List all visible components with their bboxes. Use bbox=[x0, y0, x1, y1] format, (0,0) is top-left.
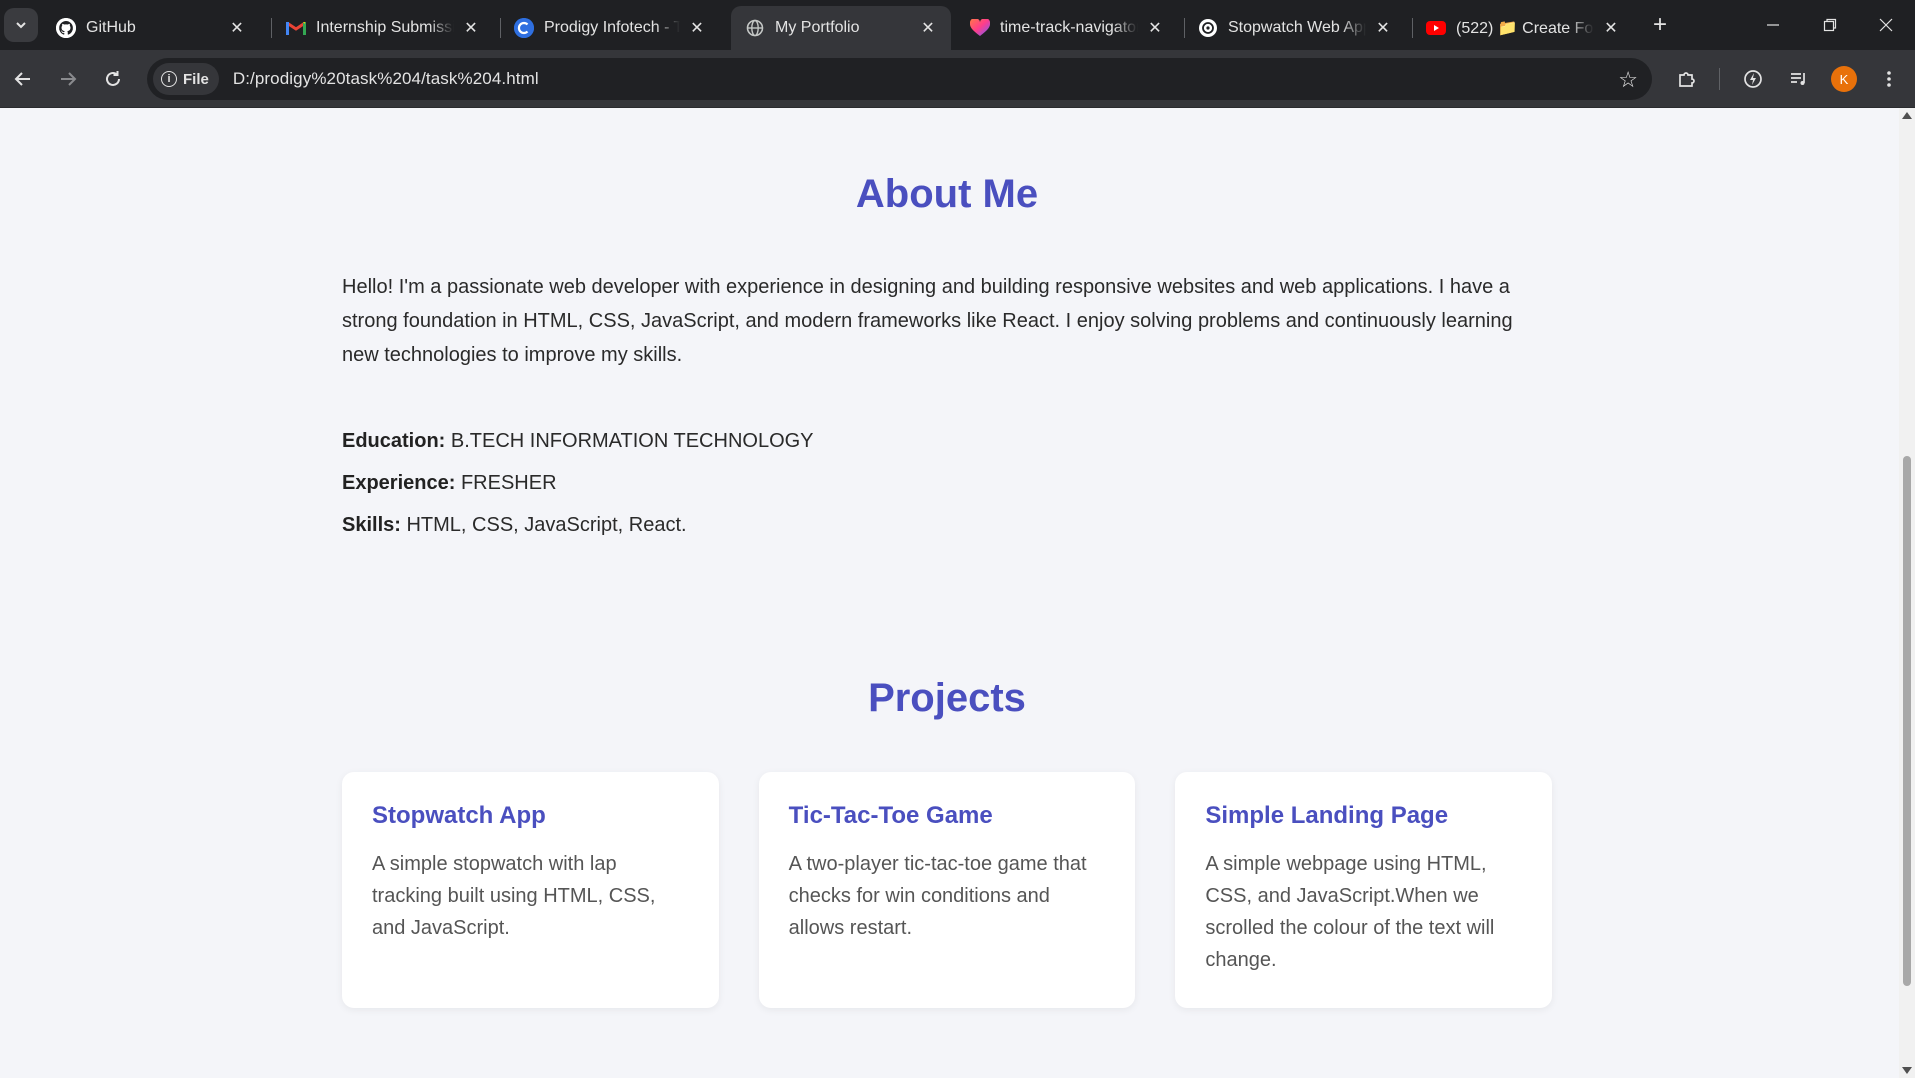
education-label: Education: bbox=[342, 430, 446, 452]
project-title: Tic-Tac-Toe Game bbox=[788, 802, 993, 829]
forward-button[interactable] bbox=[51, 62, 85, 96]
site-info-chip[interactable]: i File bbox=[153, 63, 219, 95]
page-viewport: About Me Hello! I'm a passionate web dev… bbox=[0, 108, 1899, 1078]
project-card[interactable]: Stopwatch App A simple stopwatch with la… bbox=[342, 772, 719, 1008]
more-vert-icon bbox=[1887, 71, 1891, 87]
scrollbar-thumb[interactable] bbox=[1903, 456, 1911, 986]
project-title: Simple Landing Page bbox=[1205, 802, 1449, 829]
project-description: A two-player tic-tac-toe game that check… bbox=[788, 853, 1087, 939]
scroll-up-arrow-icon[interactable] bbox=[1902, 112, 1912, 119]
arrow-left-icon bbox=[14, 72, 30, 86]
project-title: Stopwatch App bbox=[372, 802, 546, 829]
tab-strip: GitHub ✕ Internship Submission ✕ Prodigy… bbox=[0, 0, 1915, 50]
scroll-down-arrow-icon[interactable] bbox=[1902, 1067, 1912, 1074]
music-queue-icon bbox=[1791, 73, 1805, 85]
page-scrollbar[interactable] bbox=[1899, 108, 1915, 1078]
project-cards: Stopwatch App A simple stopwatch with la… bbox=[342, 772, 1553, 1008]
youtube-icon bbox=[1426, 21, 1446, 35]
profile-avatar[interactable]: K bbox=[1831, 66, 1857, 92]
project-card[interactable]: Simple Landing Page A simple webpage usi… bbox=[1175, 772, 1553, 1008]
chatgpt-icon bbox=[1198, 18, 1218, 38]
education-value: B.TECH INFORMATION TECHNOLOGY bbox=[450, 430, 814, 452]
close-icon[interactable]: ✕ bbox=[688, 19, 706, 37]
github-icon bbox=[56, 18, 76, 38]
close-window-button[interactable] bbox=[1871, 10, 1901, 40]
close-icon[interactable]: ✕ bbox=[228, 19, 246, 37]
browser-toolbar: i File D:/prodigy%20task%204/task%204.ht… bbox=[0, 50, 1915, 108]
skills-line: Skills: HTML, CSS, JavaScript, React. bbox=[342, 504, 1552, 546]
speedometer-icon bbox=[1744, 70, 1762, 88]
arrow-right-icon bbox=[61, 72, 77, 86]
bookmark-star-icon[interactable]: ☆ bbox=[1618, 67, 1638, 93]
skills-value: HTML, CSS, JavaScript, React. bbox=[406, 514, 687, 536]
tab-stopwatch-web-app[interactable]: Stopwatch Web App ✕ bbox=[1184, 6, 1406, 50]
site-chip-label: File bbox=[183, 70, 209, 88]
address-bar[interactable]: i File D:/prodigy%20task%204/task%204.ht… bbox=[147, 58, 1652, 100]
url-text[interactable]: D:/prodigy%20task%204/task%204.html bbox=[233, 69, 539, 89]
tab-title: GitHub bbox=[86, 19, 136, 36]
close-icon[interactable]: ✕ bbox=[1374, 19, 1392, 37]
minimize-button[interactable] bbox=[1758, 10, 1788, 40]
tab-gmail[interactable]: Internship Submission ✕ bbox=[272, 6, 494, 50]
tab-github[interactable]: GitHub ✕ bbox=[42, 6, 260, 50]
media-control-button[interactable] bbox=[1782, 62, 1816, 96]
back-button[interactable] bbox=[6, 62, 40, 96]
project-card[interactable]: Tic-Tac-Toe Game A two-player tic-tac-to… bbox=[758, 772, 1136, 1008]
experience-label: Experience: bbox=[342, 472, 456, 494]
minimize-icon bbox=[1767, 24, 1779, 26]
tab-title: (522) 📁 Create Folder bbox=[1456, 20, 1594, 37]
tab-title: time-track-navigator bbox=[1000, 19, 1138, 36]
close-icon[interactable]: ✕ bbox=[1146, 19, 1164, 37]
lovable-heart-icon bbox=[970, 18, 990, 38]
tab-title: Prodigy Infotech - Task bbox=[544, 19, 680, 36]
skills-label: Skills: bbox=[342, 514, 401, 536]
restore-button[interactable] bbox=[1815, 10, 1845, 40]
about-heading: About Me bbox=[855, 172, 1039, 216]
profile-facts: Education: B.TECH INFORMATION TECHNOLOGY… bbox=[342, 420, 1552, 546]
menu-button[interactable] bbox=[1872, 62, 1906, 96]
tab-title: Stopwatch Web App bbox=[1228, 19, 1366, 36]
tab-title: Internship Submission bbox=[316, 19, 454, 36]
tab-my-portfolio[interactable]: My Portfolio ✕ bbox=[731, 6, 951, 50]
project-description: A simple webpage using HTML, CSS, and Ja… bbox=[1205, 853, 1495, 971]
chevron-down-icon bbox=[16, 22, 26, 29]
new-tab-button[interactable]: + bbox=[1647, 11, 1673, 38]
close-icon bbox=[1879, 18, 1893, 32]
gmail-icon bbox=[286, 18, 306, 38]
reload-button[interactable] bbox=[96, 62, 130, 96]
about-paragraph: Hello! I'm a passionate web developer wi… bbox=[342, 276, 1513, 366]
tab-youtube[interactable]: (522) 📁 Create Folder ✕ bbox=[1412, 6, 1634, 50]
projects-heading: Projects bbox=[868, 676, 1026, 720]
tab-title: My Portfolio bbox=[775, 19, 860, 36]
info-icon: i bbox=[161, 71, 177, 87]
reload-icon bbox=[106, 71, 120, 86]
performance-button[interactable] bbox=[1736, 62, 1770, 96]
experience-value: FRESHER bbox=[460, 472, 557, 494]
close-icon[interactable]: ✕ bbox=[919, 19, 937, 37]
puzzle-icon bbox=[1679, 72, 1695, 87]
experience-line: Experience: FRESHER bbox=[342, 462, 1552, 504]
prodigy-icon bbox=[514, 18, 534, 38]
extensions-button[interactable] bbox=[1670, 62, 1704, 96]
restore-icon bbox=[1823, 18, 1837, 32]
globe-icon bbox=[745, 18, 765, 38]
project-description: A simple stopwatch with lap tracking bui… bbox=[372, 853, 656, 939]
close-icon[interactable]: ✕ bbox=[462, 19, 480, 37]
tab-search-button[interactable] bbox=[4, 8, 38, 42]
close-icon[interactable]: ✕ bbox=[1602, 19, 1620, 37]
tab-prodigy[interactable]: Prodigy Infotech - Task ✕ bbox=[500, 6, 720, 50]
education-line: Education: B.TECH INFORMATION TECHNOLOGY bbox=[342, 420, 1552, 462]
tab-time-track-navigator[interactable]: time-track-navigator ✕ bbox=[956, 6, 1178, 50]
